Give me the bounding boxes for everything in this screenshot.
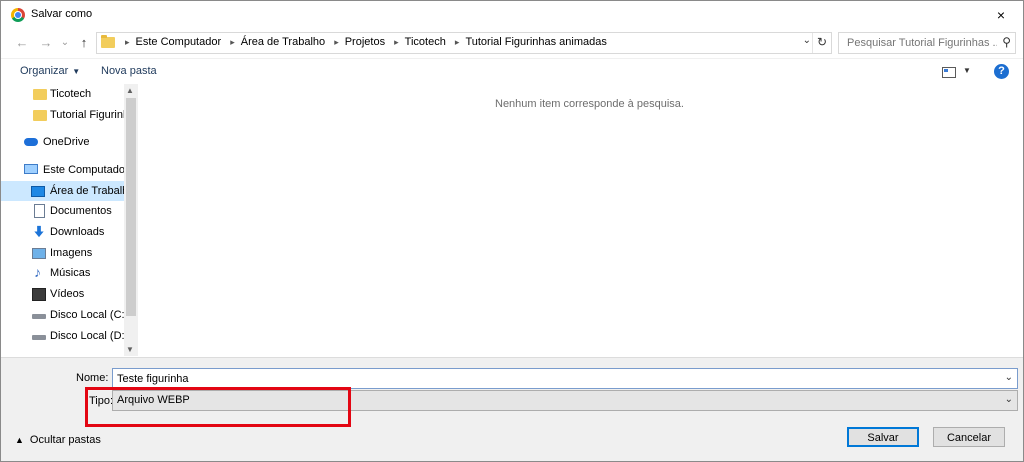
- breadcrumb: ▸ Este Computador ▸ Área de Trabalho ▸ Proj…: [119, 36, 607, 48]
- sidebar-item-ticotech[interactable]: Ticotech: [1, 84, 124, 104]
- chevron-up-icon: ▲: [15, 435, 24, 445]
- drive-icon: [32, 314, 46, 319]
- sidebar-item-pictures[interactable]: Imagens: [1, 243, 124, 263]
- sidebar-item-desktop[interactable]: Área de Trabalho: [1, 181, 124, 201]
- address-bar[interactable]: ▸ Este Computador ▸ Área de Trabalho ▸ Proj…: [96, 32, 832, 54]
- sidebar-item-documents[interactable]: Documentos: [1, 201, 124, 221]
- sidebar-item-drive-c[interactable]: Disco Local (C:): [1, 305, 124, 325]
- command-bar: Organizar ▼ Nova pasta ▼ ?: [1, 58, 1023, 84]
- desktop-icon: [31, 186, 45, 197]
- up-folder-icon[interactable]: ↑: [75, 35, 93, 51]
- sidebar-item-onedrive[interactable]: OneDrive: [1, 132, 124, 152]
- sidebar-item-tutorial[interactable]: Tutorial Figurinhas: [1, 105, 124, 125]
- organize-button[interactable]: Organizar ▼: [20, 65, 80, 77]
- breadcrumb-separator-icon: ▸: [394, 37, 399, 47]
- breadcrumb-separator-icon: ▸: [334, 37, 339, 47]
- sidebar-item-label: Tutorial Figurinhas: [50, 109, 124, 121]
- folder-icon: [33, 110, 47, 121]
- navigation-bar: ← → ⌄ ↑ ▸ Este Computador ▸ Área de Trabal…: [1, 29, 1023, 57]
- documents-icon: [34, 204, 45, 218]
- chevron-down-icon[interactable]: ⌄: [1005, 394, 1013, 405]
- scrollbar-thumb[interactable]: [126, 98, 136, 316]
- sidebar-item-label: Disco Local (D:): [50, 330, 124, 342]
- sidebar-item-label: OneDrive: [43, 136, 90, 148]
- view-options-icon[interactable]: [942, 67, 956, 78]
- close-button[interactable]: ×: [979, 1, 1023, 29]
- pictures-icon: [32, 248, 46, 259]
- breadcrumb-item[interactable]: Tutorial Figurinhas animadas: [465, 36, 606, 48]
- sidebar-item-this-pc[interactable]: Este Computador: [1, 160, 124, 180]
- music-icon: ♪: [34, 264, 41, 280]
- recent-locations-icon[interactable]: ⌄: [56, 35, 74, 51]
- title-bar: Salvar como ×: [1, 1, 1023, 29]
- sidebar-item-label: Área de Trabalho: [50, 185, 124, 197]
- search-icon[interactable]: ⚲: [1002, 35, 1011, 49]
- downloads-icon: [34, 225, 44, 238]
- help-icon[interactable]: ?: [994, 64, 1009, 79]
- save-as-dialog: Salvar como × ← → ⌄ ↑ ▸ Este Computador ▸…: [0, 0, 1024, 462]
- refresh-icon[interactable]: ↻: [812, 33, 831, 53]
- sidebar-item-label: Vídeos: [50, 288, 85, 300]
- breadcrumb-item[interactable]: Este Computador: [136, 36, 222, 48]
- back-icon[interactable]: ←: [13, 35, 31, 51]
- caret-down-icon[interactable]: ▼: [963, 66, 971, 75]
- search-input[interactable]: [839, 33, 997, 53]
- save-options-panel: Nome: ⌄ Tipo: Arquivo WEBP ⌄ ▲Ocultar pa…: [1, 357, 1023, 461]
- chevron-down-icon[interactable]: ⌄: [803, 35, 811, 46]
- breadcrumb-item[interactable]: Ticotech: [405, 36, 446, 48]
- file-list-pane[interactable]: Nenhum item corresponde à pesquisa.: [138, 84, 1023, 356]
- videos-icon: [32, 288, 46, 301]
- sidebar-item-label: Disco Local (C:): [50, 309, 124, 321]
- hide-folders-label: Ocultar pastas: [29, 434, 101, 446]
- scroll-down-icon[interactable]: ▼: [126, 345, 134, 354]
- cancel-button[interactable]: Cancelar: [933, 427, 1005, 447]
- breadcrumb-item[interactable]: Área de Trabalho: [241, 36, 325, 48]
- sidebar-item-music[interactable]: ♪ Músicas: [1, 263, 124, 283]
- file-name-label: Nome:: [76, 372, 109, 384]
- sidebar-item-drive-d[interactable]: Disco Local (D:): [1, 326, 124, 346]
- onedrive-icon: [24, 138, 38, 146]
- sidebar-item-downloads[interactable]: Downloads: [1, 222, 124, 242]
- scroll-up-icon[interactable]: ▲: [126, 86, 134, 95]
- breadcrumb-item[interactable]: Projetos: [345, 36, 385, 48]
- sidebar-item-label: Imagens: [50, 247, 93, 259]
- chevron-down-icon[interactable]: ⌄: [1005, 372, 1013, 383]
- navigation-pane: Ticotech Tutorial Figurinhas OneDrive Es…: [1, 84, 138, 356]
- sidebar-item-videos[interactable]: Vídeos: [1, 284, 124, 304]
- breadcrumb-separator-icon: ▸: [230, 37, 235, 47]
- file-name-input[interactable]: [113, 369, 997, 388]
- organize-label: Organizar: [20, 65, 69, 77]
- empty-results-message: Nenhum item corresponde à pesquisa.: [495, 98, 684, 110]
- sidebar-item-label: Este Computador: [43, 164, 124, 176]
- search-box[interactable]: ⚲: [838, 32, 1016, 54]
- sidebar-scrollbar[interactable]: ▲ ▼: [124, 84, 138, 356]
- caret-down-icon: ▼: [72, 67, 81, 76]
- window-title: Salvar como: [31, 8, 93, 20]
- breadcrumb-separator-icon: ▸: [125, 37, 130, 47]
- new-folder-button[interactable]: Nova pasta: [101, 65, 157, 77]
- hide-folders-toggle[interactable]: ▲ Ocultar pastas: [15, 434, 101, 446]
- drive-icon: [32, 335, 46, 340]
- sidebar-item-label: Ticotech: [50, 88, 92, 100]
- annotation-highlight-box: [85, 387, 351, 427]
- computer-icon: [24, 164, 38, 174]
- file-name-combobox[interactable]: ⌄: [112, 368, 1018, 389]
- breadcrumb-separator-icon: ▸: [454, 37, 460, 47]
- chrome-icon: [11, 8, 25, 22]
- forward-icon[interactable]: →: [37, 35, 55, 51]
- folder-icon: [33, 89, 47, 100]
- sidebar-item-label: Documentos: [50, 205, 112, 217]
- save-button[interactable]: Salvar: [847, 427, 919, 447]
- folder-icon: [101, 35, 115, 48]
- sidebar-item-label: Músicas: [50, 267, 91, 279]
- sidebar-item-label: Downloads: [50, 226, 105, 238]
